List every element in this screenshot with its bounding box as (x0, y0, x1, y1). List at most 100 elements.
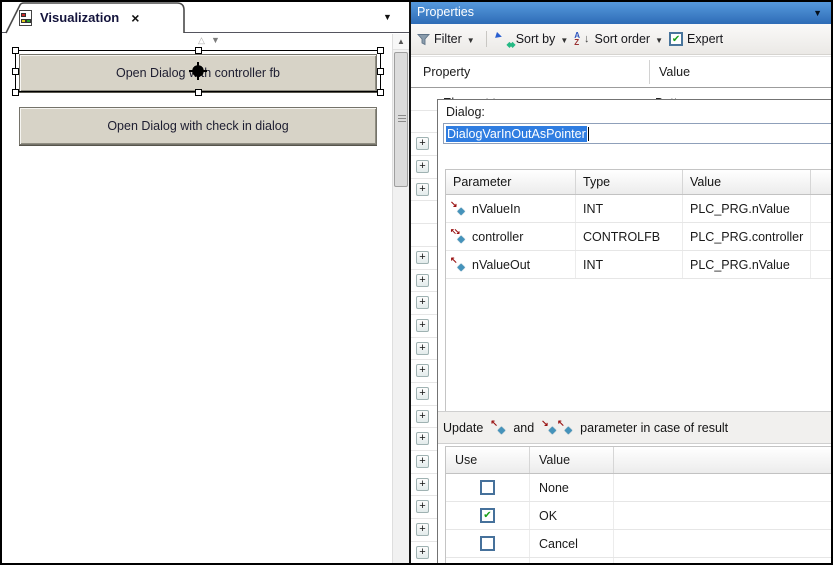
property-row-stub: + (411, 247, 437, 270)
expand-plus-icon[interactable]: + (416, 455, 429, 468)
panel-title: Properties (417, 5, 474, 19)
result-value: Cancel (530, 530, 614, 557)
column-divider[interactable] (649, 60, 650, 84)
sort-order-dropdown-icon[interactable]: ▼ (655, 36, 663, 45)
expand-plus-icon[interactable]: + (416, 160, 429, 173)
resize-handle[interactable] (12, 68, 19, 75)
checkbox-unchecked[interactable] (480, 536, 495, 551)
dialog-label: Dialog: (446, 105, 485, 119)
panel-menu-icon[interactable]: ▼ (813, 8, 822, 18)
column-header-property[interactable]: Property (423, 65, 470, 79)
tab-visualization[interactable]: Visualization × (5, 2, 187, 33)
expand-plus-icon[interactable]: + (416, 546, 429, 559)
parameter-name: nValueIn (472, 202, 520, 216)
result-row[interactable]: Abort (446, 558, 833, 565)
resize-handle[interactable] (12, 47, 19, 54)
use-cell (446, 530, 530, 557)
resize-handle[interactable] (195, 47, 202, 54)
param-input-icon (450, 201, 466, 216)
sort-order-button[interactable]: Sort order (595, 32, 651, 46)
visualization-editor: Visualization × ▼ △ ▼ Open Dialog with c… (2, 2, 409, 563)
expand-plus-icon[interactable]: + (416, 183, 429, 196)
use-cell: ✔ (446, 502, 530, 529)
expert-label: Expert (687, 32, 723, 46)
properties-panel: Properties ▼ Filter ▼ Sort by ▼ AZ ↓ Sor… (411, 2, 831, 563)
result-row[interactable]: Cancel (446, 530, 833, 558)
expand-plus-icon[interactable]: + (416, 478, 429, 491)
property-row-stub: + (411, 292, 437, 315)
resize-handle[interactable] (377, 47, 384, 54)
expand-plus-icon[interactable]: + (416, 342, 429, 355)
column-header-value[interactable]: Value (530, 447, 614, 473)
editor-vertical-scrollbar[interactable]: ▲ (392, 34, 409, 563)
column-header-use[interactable]: Use (446, 447, 530, 473)
checkbox-unchecked[interactable] (480, 480, 495, 495)
parameter-row[interactable]: controllerCONTROLFBPLC_PRG.controller (446, 223, 833, 251)
expand-plus-icon[interactable]: + (416, 410, 429, 423)
text-caret (588, 127, 589, 141)
editor-tab-bar: Visualization × ▼ (2, 2, 409, 33)
property-row-stub: + (411, 406, 437, 429)
resize-handle[interactable] (377, 89, 384, 96)
parameter-value: PLC_PRG.controller (683, 223, 811, 250)
result-row[interactable]: None (446, 474, 833, 502)
parameter-type: INT (576, 251, 683, 278)
sort-by-button[interactable]: Sort by (516, 32, 556, 46)
property-row-stub: + (411, 156, 437, 179)
property-row-stub (411, 111, 437, 134)
resize-handle[interactable] (377, 68, 384, 75)
filter-icon (417, 33, 430, 46)
expand-plus-icon[interactable]: + (416, 500, 429, 513)
tab-list-dropdown-icon[interactable]: ▼ (383, 12, 392, 22)
result-value: None (530, 474, 614, 501)
expand-plus-icon[interactable]: + (416, 387, 429, 400)
update-word: Update (443, 421, 483, 435)
filter-button[interactable]: Filter (434, 32, 462, 46)
property-row-stub: + (411, 133, 437, 156)
sort-order-az-icon: AZ (574, 32, 580, 46)
update-result-bar: Update and parameter in case of result (438, 411, 833, 444)
splitter-down-icon[interactable]: ▼ (211, 35, 220, 45)
checkbox-checked[interactable]: ✔ (480, 508, 495, 523)
sort-by-dropdown-icon[interactable]: ▼ (560, 36, 568, 45)
visu-button-open-dialog-check[interactable]: Open Dialog with check in dialog (19, 107, 377, 145)
result-table: Use Value None✔OKCancelAbort (445, 446, 833, 565)
column-header-parameter[interactable]: Parameter (446, 170, 576, 194)
parameter-row[interactable]: nValueInINTPLC_PRG.nValue (446, 195, 833, 223)
output-param-icon (557, 420, 573, 435)
property-row-stub: + (411, 383, 437, 406)
column-header-value[interactable]: Value (683, 170, 811, 194)
property-row-stub: + (411, 270, 437, 293)
property-row-stub (411, 224, 437, 247)
expand-plus-icon[interactable]: + (416, 319, 429, 332)
resize-handle[interactable] (12, 89, 19, 96)
result-phrase: parameter in case of result (580, 421, 728, 435)
sort-order-arrow-icon: ↓ (584, 33, 590, 45)
property-row-stub (411, 201, 437, 224)
column-header-value[interactable]: Value (659, 65, 690, 79)
property-row-stub: + (411, 360, 437, 383)
property-row-stub: + (411, 315, 437, 338)
input-configuration-dialog: Dialog: DialogVarInOutAsPointer Paramete… (437, 99, 833, 565)
expand-plus-icon[interactable]: + (416, 296, 429, 309)
expand-plus-icon[interactable]: + (416, 251, 429, 264)
scrollbar-thumb[interactable] (394, 52, 408, 187)
parameter-type: CONTROLFB (576, 223, 683, 250)
expand-plus-icon[interactable]: + (416, 364, 429, 377)
expand-plus-icon[interactable]: + (416, 137, 429, 150)
tab-close-icon[interactable]: × (131, 10, 139, 26)
splitter-up-icon[interactable]: △ (198, 35, 205, 46)
scrollbar-up-icon[interactable]: ▲ (393, 34, 409, 50)
parameter-table: Parameter Type Value nValueInINTPLC_PRG.… (445, 169, 833, 411)
property-row-stub: + (411, 496, 437, 519)
column-header-type[interactable]: Type (576, 170, 683, 194)
expand-plus-icon[interactable]: + (416, 523, 429, 536)
expert-checkbox[interactable]: ✔ (669, 32, 683, 46)
expand-plus-icon[interactable]: + (416, 432, 429, 445)
element-center-move-icon[interactable] (191, 64, 205, 78)
expand-plus-icon[interactable]: + (416, 274, 429, 287)
parameter-row[interactable]: nValueOutINTPLC_PRG.nValue (446, 251, 833, 279)
result-row[interactable]: ✔OK (446, 502, 833, 530)
filter-dropdown-icon[interactable]: ▼ (467, 36, 475, 45)
dialog-name-input[interactable]: DialogVarInOutAsPointer (443, 123, 833, 144)
